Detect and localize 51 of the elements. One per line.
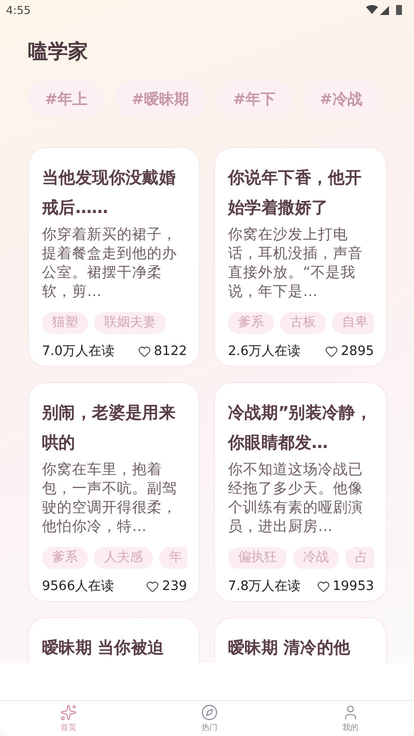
like-count: 8122	[154, 344, 187, 358]
story-tag: 人夫感	[94, 547, 153, 569]
story-tag: 爹系	[228, 312, 274, 334]
story-tag: 爹系	[42, 547, 88, 569]
story-title: 冷战期”别装冷静，你眼睛都发…	[228, 402, 374, 454]
compass-icon	[201, 704, 218, 721]
reader-count: 7.0万人在读	[42, 343, 115, 360]
heart-icon	[324, 344, 338, 358]
nav-tab[interactable]: 我的	[342, 701, 359, 736]
story-excerpt: 你不知道这场冷战已经拖了多少天。他像个训练有素的哑剧演员，进出厨房…	[228, 461, 364, 537]
like-count: 239	[162, 578, 187, 594]
story-tag: 偏执狂	[228, 547, 287, 569]
reader-count: 9566人在读	[42, 578, 114, 595]
story-tag: 占	[345, 547, 374, 569]
story-tag: 年	[159, 547, 187, 569]
story-card[interactable]: 暧昧期 清冷的他	[214, 617, 387, 663]
sparkles-icon	[60, 704, 77, 721]
nav-tab[interactable]: 首页	[60, 701, 77, 736]
nav-tab[interactable]: 热门	[201, 701, 218, 736]
topic-chip[interactable]: #年上	[28, 80, 105, 118]
story-card[interactable]: 你说年下香，他开始学着撒娇了 你窝在沙发上打电话，耳机没插，声音直接外放。“不是我说，年下是… 爹系 古板 自卑 2.6万人在读 2895	[214, 147, 387, 367]
reader-count: 7.8万人在读	[228, 578, 301, 595]
story-tag: 冷战	[293, 547, 339, 569]
story-tag: 古板	[280, 312, 326, 334]
story-card[interactable]: 当他发现你没戴婚戒后…… 你穿着新买的裙子，提着餐盒走到他的办公室。裙摆干净柔软，剪… 猫塑 联姻夫妻 7.0万人在读 8122	[28, 147, 200, 367]
story-card[interactable]: 冷战期”别装冷静，你眼睛都发… 你不知道这场冷战已经拖了多少天。他像个训练有素的哑剧演员，进出厨房… 偏执狂 冷战 占 7.8万人在读 19953	[214, 382, 387, 602]
like-count: 19953	[332, 578, 374, 594]
story-title: 暧昧期 清冷的他	[228, 637, 352, 659]
story-title: 你说年下香，他开始学着撒娇了	[228, 167, 363, 219]
story-excerpt: 你窝在沙发上打电话，耳机没插，声音直接外放。“不是我说，年下是…	[228, 226, 364, 302]
story-card[interactable]: 暧昧期 当你被迫	[28, 617, 200, 663]
story-tag: 自卑	[332, 312, 374, 334]
topic-chip[interactable]: #年下	[216, 80, 293, 118]
status-time: 4:55	[6, 4, 31, 16]
story-title: 当他发现你没戴婚戒后……	[42, 167, 177, 219]
story-excerpt: 你窝在车里，抱着包，一声不吭。副驾驶的空调开得很柔，他怕你冷，特…	[42, 461, 178, 537]
heart-icon	[146, 580, 160, 592]
story-excerpt: 你穿着新买的裙子，提着餐盒走到他的办公室。裙摆干净柔软，剪…	[42, 226, 178, 302]
story-tag: 猫塑	[42, 312, 88, 334]
app-title: 嗑学家	[28, 38, 89, 65]
story-tag: 联姻夫妻	[94, 312, 166, 334]
story-card[interactable]: 别闹，老婆是用来哄的 你窝在车里，抱着包，一声不吭。副驾驶的空调开得很柔，他怕你冷，特… 爹系 人夫感 年 9566人在读 239	[28, 382, 200, 602]
story-title: 别闹，老婆是用来哄的	[42, 402, 177, 454]
story-title: 暧昧期 当你被迫	[42, 637, 166, 659]
heart-icon	[138, 344, 151, 358]
user-icon	[342, 704, 359, 721]
like-count: 2895	[340, 344, 374, 358]
topic-chip[interactable]: #暧昧期	[114, 80, 206, 118]
topic-chip[interactable]: #冷战	[302, 80, 380, 118]
reader-count: 2.6万人在读	[228, 343, 301, 360]
heart-icon	[316, 580, 330, 592]
